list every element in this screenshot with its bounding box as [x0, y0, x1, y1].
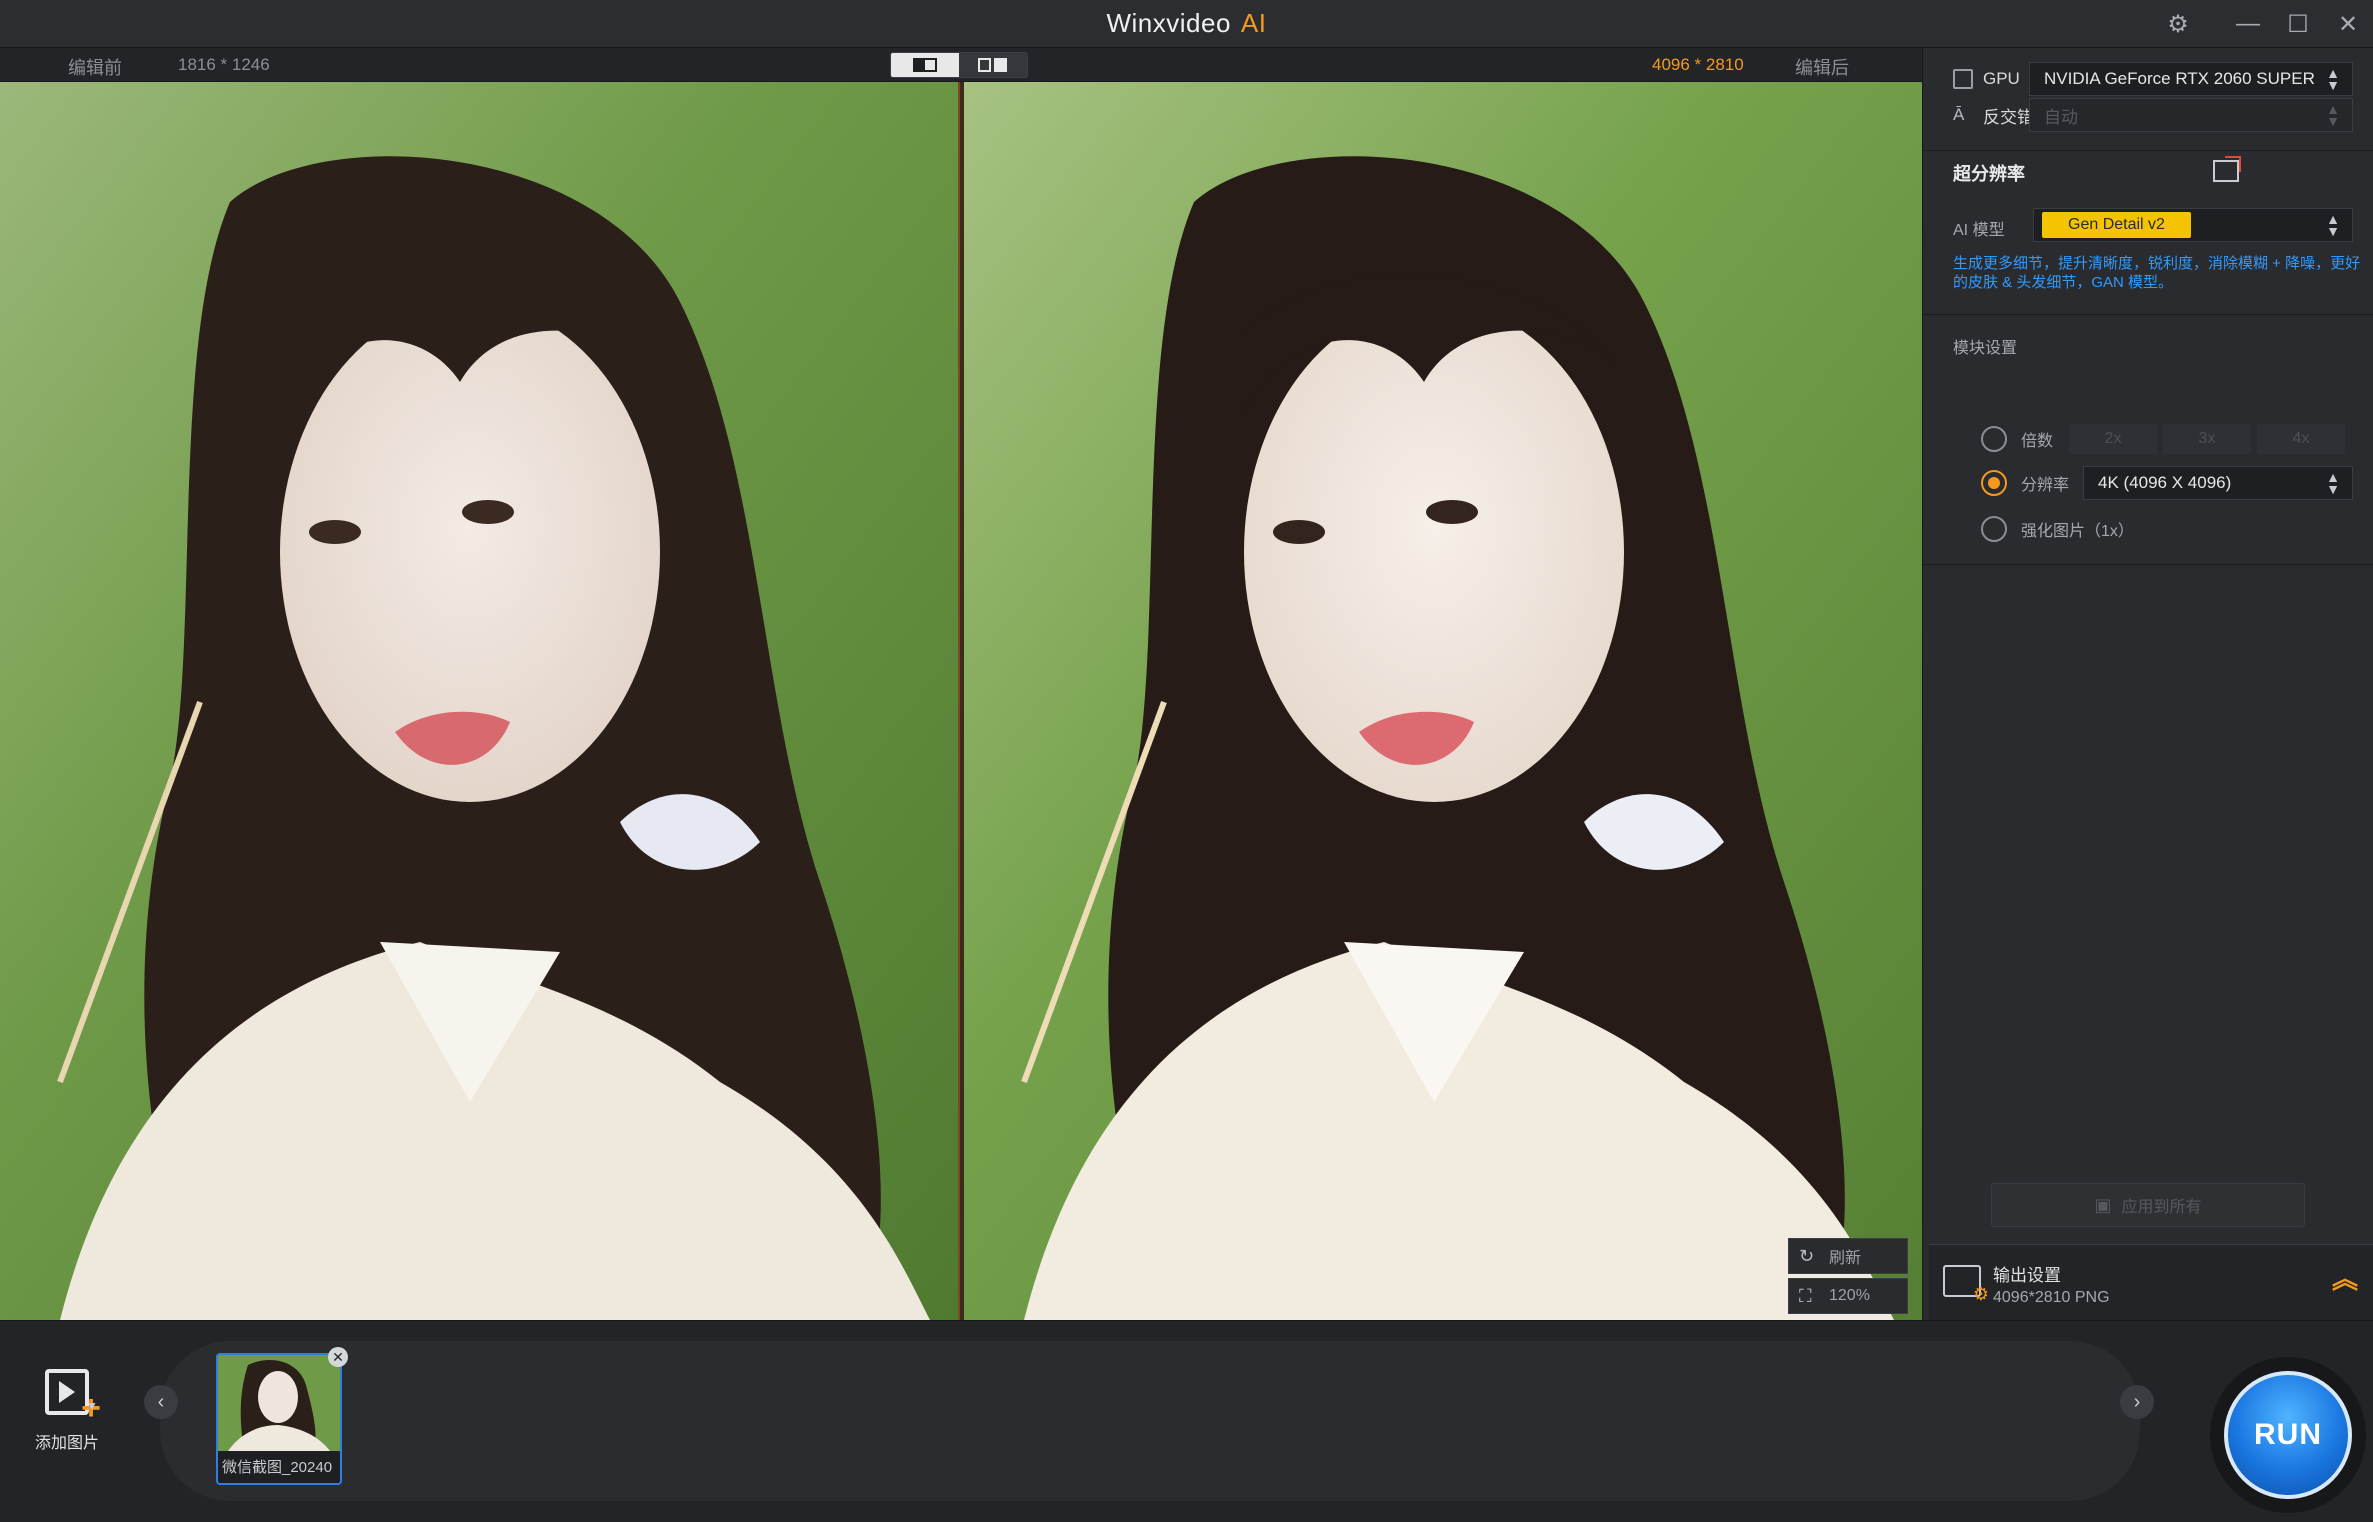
zoom-label: 120% — [1829, 1287, 1870, 1304]
scale-4x-button[interactable]: 4x — [2257, 424, 2345, 454]
maximize-icon[interactable]: ☐ — [2273, 0, 2323, 48]
after-image[interactable] — [964, 82, 1922, 1320]
separator — [1923, 564, 2373, 565]
refresh-label: 刷新 — [1829, 1250, 1862, 1267]
before-resolution: 1816 * 1246 — [178, 55, 270, 74]
super-res-title: 超分辨率 — [1953, 164, 2025, 184]
app-window: Winxvideo AI ⚙ — ☐ ✕ 编辑前 1816 * 1246 4096… — [0, 0, 2373, 1522]
close-icon[interactable]: ✕ — [2323, 0, 2373, 48]
thumbnail-strip — [160, 1341, 2140, 1501]
output-title: 输出设置 — [1993, 1266, 2061, 1285]
apply-to-all-label: 应用到所有 — [2121, 1199, 2202, 1216]
single-view-button[interactable] — [891, 53, 959, 77]
zoom-button[interactable]: ⛶ 120% — [1788, 1278, 1908, 1314]
bottom-bar: + 添加图片 ▼ ‹ › 微信截图_20240 ✕ RUN — [0, 1320, 2373, 1522]
deinterlace-row: Ā 反交错 — [1953, 100, 2034, 130]
title-bar: Winxvideo AI ⚙ — ☐ ✕ — [0, 0, 2373, 48]
app-title-ai: AI — [1240, 8, 1267, 38]
add-image-button[interactable]: + 添加图片 — [22, 1365, 112, 1453]
output-summary: 4096*2810 PNG — [1993, 1289, 2110, 1306]
select-arrows-icon: ▲ ▼ — [2326, 65, 2340, 93]
scale-radio-row[interactable]: 倍数 — [1981, 424, 2053, 454]
resolution-radio[interactable] — [1981, 470, 2007, 496]
deinterlace-icon: Ā — [1953, 105, 1965, 124]
split-view-icon — [978, 58, 1008, 72]
preview-tools: ↻ 刷新 ⛶ 120% — [1788, 1238, 1908, 1318]
thumbnail-item[interactable]: 微信截图_20240 — [216, 1353, 342, 1485]
deinterlace-value: 自动 — [2044, 107, 2078, 127]
after-resolution: 4096 * 2810 — [1652, 55, 1744, 74]
settings-panel: GPU NVIDIA GeForce RTX 2060 SUPER ▲ ▼ Ā 反… — [1922, 48, 2373, 1320]
app-title: Winxvideo AI — [0, 8, 2373, 39]
refresh-button[interactable]: ↻ 刷新 — [1788, 1238, 1908, 1274]
window-controls: ⚙ — ☐ ✕ — [2153, 0, 2373, 48]
chevron-left-icon[interactable]: ‹ — [144, 1385, 178, 1419]
clipboard-icon: ▣ — [2094, 1194, 2112, 1215]
gpu-label: GPU — [1983, 69, 2020, 88]
output-settings-icon — [1943, 1265, 1989, 1305]
expand-up-icon[interactable]: ︽ — [2332, 1259, 2358, 1296]
split-view-button[interactable] — [959, 53, 1027, 77]
enhance-radio[interactable] — [1981, 516, 2007, 542]
ai-model-select[interactable]: Gen Detail v2 ▲ ▼ — [2033, 208, 2353, 242]
minimize-icon[interactable]: — — [2223, 0, 2273, 48]
add-dropdown-icon[interactable]: ▼ — [86, 1399, 98, 1413]
deinterlace-label: 反交错 — [1983, 107, 2034, 127]
mode-title: 模块设置 — [1953, 340, 2018, 357]
zoom-icon: ⛶ — [1799, 1285, 1812, 1306]
after-photo — [964, 82, 1922, 1320]
apply-to-all-button[interactable]: ▣ 应用到所有 — [1991, 1183, 2305, 1227]
output-settings[interactable]: 输出设置 4096*2810 PNG ︽ — [1929, 1244, 2373, 1320]
preview-header: 编辑前 1816 * 1246 4096 * 2810 编辑后 — [0, 48, 1922, 82]
enhance-label: 强化图片（1x） — [2021, 523, 2134, 540]
deinterlace-select[interactable]: 自动 ▲ ▼ — [2029, 98, 2353, 132]
select-arrows-icon: ▲ ▼ — [2326, 211, 2340, 239]
gpu-value: NVIDIA GeForce RTX 2060 SUPER — [2044, 69, 2315, 88]
scale-3x-button[interactable]: 3x — [2163, 424, 2251, 454]
run-button[interactable]: RUN — [2224, 1371, 2352, 1499]
gpu-row: GPU — [1953, 64, 2020, 94]
before-label: 编辑前 — [68, 58, 122, 78]
single-view-icon — [913, 58, 937, 72]
app-title-text: Winxvideo — [1106, 8, 1231, 38]
settings-icon[interactable]: ⚙ — [2153, 0, 2203, 48]
separator — [1923, 314, 2373, 315]
resolution-select[interactable]: 4K (4096 X 4096) ▲ ▼ — [2083, 466, 2353, 500]
thumbnail-label: 微信截图_20240 — [222, 1459, 333, 1476]
run-button-wrap: RUN — [2210, 1357, 2366, 1513]
add-image-label: 添加图片 — [34, 1435, 99, 1452]
select-arrows-icon: ▲ ▼ — [2326, 101, 2340, 129]
enhance-radio-row[interactable]: 强化图片（1x） — [1981, 514, 2134, 544]
view-mode-toggle — [890, 52, 1028, 78]
chip-icon — [1953, 69, 1973, 89]
resolution-value: 4K (4096 X 4096) — [2098, 473, 2232, 492]
scale-2x-button[interactable]: 2x — [2069, 424, 2157, 454]
ai-model-label: AI 模型 — [1953, 222, 2005, 239]
resolution-label: 分辨率 — [2021, 477, 2070, 494]
after-label: 编辑后 — [1795, 58, 1849, 78]
scale-options: 2x 3x 4x — [2069, 424, 2345, 454]
scale-radio[interactable] — [1981, 426, 2007, 452]
separator — [1923, 150, 2373, 151]
chevron-right-icon[interactable]: › — [2120, 1385, 2154, 1419]
thumbnail-image — [218, 1355, 340, 1451]
refresh-icon: ↻ — [1799, 1245, 1815, 1266]
before-photo — [0, 82, 958, 1320]
scale-label: 倍数 — [2021, 433, 2054, 450]
gpu-select[interactable]: NVIDIA GeForce RTX 2060 SUPER ▲ ▼ — [2029, 62, 2353, 96]
before-image[interactable] — [0, 82, 958, 1320]
select-arrows-icon: ▲ ▼ — [2326, 469, 2340, 497]
ai-model-description: 生成更多细节，提升清晰度，锐利度，消除模糊 + 降噪，更好的皮肤 & 头发细节，… — [1953, 255, 2361, 291]
remove-thumbnail-icon[interactable]: ✕ — [328, 1347, 348, 1367]
ai-model-value: Gen Detail v2 — [2042, 212, 2191, 238]
upscale-icon[interactable] — [2213, 156, 2241, 182]
resolution-radio-row[interactable]: 分辨率 — [1981, 468, 2069, 498]
